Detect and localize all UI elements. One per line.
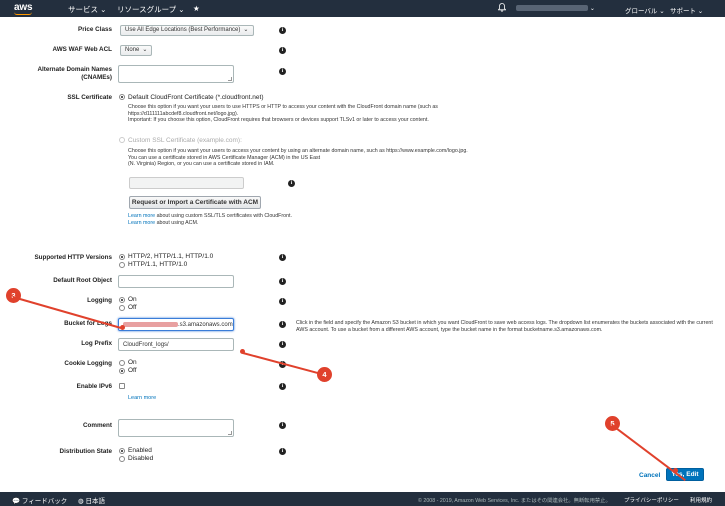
waf-value: None — [125, 47, 140, 53]
info-icon[interactable]: i — [279, 27, 286, 34]
default-root-object-label: Default Root Object — [53, 277, 112, 284]
request-acm-certificate-button[interactable]: Request or Import a Certificate with ACM — [129, 196, 261, 209]
log-prefix-input[interactable]: CloudFront_logs/ — [118, 338, 234, 351]
http-versions-label: Supported HTTP Versions — [34, 254, 112, 261]
top-navigation-bar: aws サービス ⌄ リソースグループ ⌄ ★ ⌄ グローバル ⌄ サポート ⌄ — [0, 0, 725, 17]
annotation-dot-5 — [673, 468, 678, 473]
cnames-label: Alternate Domain Names (CNAMEs) — [37, 66, 112, 81]
aws-logo-smile-icon — [14, 12, 32, 15]
ipv6-learn-more-link[interactable]: Learn more — [128, 395, 156, 401]
info-icon[interactable]: i — [279, 298, 286, 305]
http11-option-label: HTTP/1.1, HTTP/1.0 — [128, 261, 188, 268]
comment-label: Comment — [82, 422, 112, 429]
log-prefix-label: Log Prefix — [81, 340, 112, 347]
state-disabled-label: Disabled — [128, 455, 154, 462]
custom-certificate-input[interactable] — [129, 177, 244, 189]
info-icon[interactable]: i — [288, 180, 295, 187]
bucket-domain-suffix: .s3.amazonaws.com — [178, 322, 233, 328]
cookie-logging-off-radio[interactable] — [119, 368, 125, 374]
cookie-logging-on-radio[interactable] — [119, 360, 125, 366]
price-class-select[interactable]: Use All Edge Locations (Best Performance… — [120, 25, 254, 36]
ssl-default-option-label: Default CloudFront Certificate (*.cloudf… — [128, 94, 264, 101]
info-icon[interactable]: i — [279, 422, 286, 429]
annotation-dot-3 — [120, 325, 125, 330]
enable-ipv6-label: Enable IPv6 — [76, 383, 112, 390]
default-root-object-input[interactable] — [118, 275, 234, 288]
info-icon[interactable]: i — [279, 341, 286, 348]
bucket-help-text: Click in the field and specify the Amazo… — [296, 320, 713, 333]
info-icon[interactable]: i — [279, 383, 286, 390]
cookie-logging-label: Cookie Logging — [64, 360, 112, 367]
privacy-policy-link[interactable]: プライバシーポリシー — [624, 496, 679, 504]
account-name-redacted — [516, 5, 588, 12]
http2-option-label: HTTP/2, HTTP/1.1, HTTP/1.0 — [128, 253, 214, 260]
comment-textarea[interactable] — [118, 419, 234, 437]
logging-label: Logging — [87, 297, 112, 304]
bucket-for-logs-input[interactable]: .s3.amazonaws.com — [118, 318, 234, 331]
annotation-badge-4: 4 — [317, 367, 332, 382]
state-disabled-radio[interactable] — [119, 456, 125, 462]
ssl-default-radio[interactable] — [119, 94, 125, 100]
cookie-logging-off-label: Off — [128, 367, 137, 374]
distribution-state-label: Distribution State — [59, 448, 112, 455]
info-icon[interactable]: i — [279, 68, 286, 75]
resize-grip-icon — [228, 77, 232, 81]
ssl-certificate-label: SSL Certificate — [67, 94, 112, 101]
ssl-custom-description: Choose this option if you want your user… — [128, 148, 468, 168]
ssl-learn-more: Learn more about using custom SSL/TLS ce… — [128, 213, 292, 226]
info-icon[interactable]: i — [279, 47, 286, 54]
enable-ipv6-checkbox[interactable] — [119, 383, 125, 389]
pin-icon[interactable]: ★ — [193, 4, 200, 13]
cancel-button[interactable]: Cancel — [639, 472, 660, 479]
state-enabled-radio[interactable] — [119, 448, 125, 454]
logging-off-label: Off — [128, 304, 137, 311]
annotation-line-4 — [242, 352, 323, 375]
http11-radio[interactable] — [119, 262, 125, 268]
region-menu[interactable]: グローバル ⌄ — [625, 5, 665, 15]
logging-off-radio[interactable] — [119, 305, 125, 311]
bucket-name-redacted — [123, 321, 178, 327]
cookie-logging-on-label: On — [128, 359, 137, 366]
globe-icon: ◍ — [78, 498, 84, 505]
logging-on-label: On — [128, 296, 137, 303]
ssl-custom-option-label: Custom SSL Certificate (example.com): — [128, 137, 242, 144]
cnames-textarea[interactable] — [118, 65, 234, 83]
learn-more-acm-link[interactable]: Learn more — [128, 220, 155, 226]
price-class-label: Price Class — [78, 26, 112, 33]
ssl-default-description: Choose this option if you want your user… — [128, 104, 438, 124]
resource-groups-menu[interactable]: リソースグループ ⌄ — [117, 4, 185, 15]
info-icon[interactable]: i — [279, 321, 286, 328]
ssl-custom-radio[interactable] — [119, 137, 125, 143]
account-menu[interactable]: ⌄ — [516, 5, 595, 12]
resize-grip-icon — [228, 431, 232, 435]
waf-label: AWS WAF Web ACL — [52, 46, 112, 53]
info-icon[interactable]: i — [279, 448, 286, 455]
copyright-text: © 2008 - 2019, Amazon Web Services, Inc.… — [418, 498, 611, 504]
logging-on-radio[interactable] — [119, 297, 125, 303]
state-enabled-label: Enabled — [128, 447, 152, 454]
price-class-value: Use All Edge Locations (Best Performance… — [125, 27, 241, 33]
support-menu[interactable]: サポート ⌄ — [670, 5, 703, 15]
footer-bar: 💬 フィードバック ◍ 日本語 © 2008 - 2019, Amazon We… — [0, 492, 725, 506]
feedback-link[interactable]: 💬 フィードバック — [12, 495, 67, 505]
http2-radio[interactable] — [119, 254, 125, 260]
waf-select[interactable]: None ⌄ — [120, 45, 152, 56]
terms-link[interactable]: 利用規約 — [690, 496, 712, 504]
info-icon[interactable]: i — [279, 278, 286, 285]
chevron-down-icon: ⌄ — [243, 27, 249, 33]
info-icon[interactable]: i — [279, 254, 286, 261]
services-menu[interactable]: サービス ⌄ — [68, 4, 106, 15]
annotation-dot-4 — [240, 349, 245, 354]
notification-bell-icon[interactable] — [498, 3, 506, 12]
learn-more-ssl-link[interactable]: Learn more — [128, 213, 155, 219]
chevron-down-icon: ⌄ — [142, 47, 148, 53]
language-selector[interactable]: ◍ 日本語 — [78, 495, 105, 505]
speech-bubble-icon: 💬 — [12, 498, 21, 505]
